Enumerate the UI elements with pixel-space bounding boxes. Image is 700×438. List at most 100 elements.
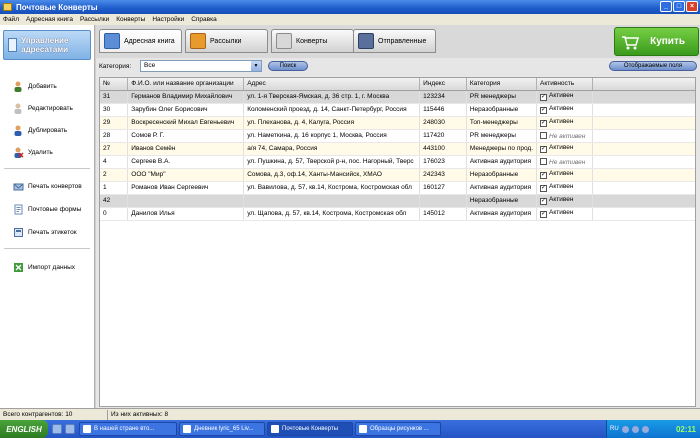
buy-button[interactable]: Купить: [614, 27, 699, 56]
buy-button-label: Купить: [650, 36, 685, 47]
table-row[interactable]: 0 Данилов Илья ул. Щапова, д. 57, кв.14, К…: [100, 207, 695, 221]
visible-fields-button[interactable]: Отображаемые поля: [609, 61, 697, 71]
sidebar-item-label: Печать конвертов: [28, 182, 82, 190]
activity-status: Активен: [549, 170, 574, 177]
row-address: ул. Пушкина, д. 57, Тверской р-н, пос. Н…: [243, 155, 421, 169]
tab-address-book[interactable]: Адресная книга: [99, 29, 182, 53]
tab-label: Рассылки: [210, 37, 242, 45]
tab-mailings[interactable]: Рассылки: [185, 29, 268, 53]
tray-icon[interactable]: [621, 425, 629, 433]
tab-label: Адресная книга: [124, 37, 175, 45]
search-button[interactable]: Поиск: [268, 61, 308, 71]
taskbar-item-active[interactable]: Почтовые Конверты: [267, 422, 353, 436]
taskbar: ENGLISH В нашей стране вто... Дневник ly…: [0, 420, 700, 438]
table-row[interactable]: 30 Зарубин Олег Борисович Коломенский прое…: [100, 103, 695, 117]
active-checkbox[interactable]: [540, 157, 548, 165]
active-checkbox[interactable]: ✓: [540, 211, 548, 218]
active-checkbox[interactable]: ✓: [540, 172, 548, 179]
column-header-name[interactable]: Ф.И.О. или название организации: [127, 78, 245, 91]
menu-settings[interactable]: Настройки: [152, 16, 184, 23]
column-header-index[interactable]: Индекс: [419, 78, 467, 91]
active-checkbox[interactable]: ✓: [540, 94, 548, 101]
tab-label: Конверты: [296, 37, 328, 45]
sidebar-item-add[interactable]: Добавить: [13, 80, 57, 92]
table-row[interactable]: 1 Романов Иван Сергеевич ул. Вавилова, д. …: [100, 181, 695, 195]
activity-status: Не активен: [549, 158, 586, 166]
filter-bar: Категория: Все ▼ Поиск Отображаемые поля: [96, 58, 700, 74]
row-index: 248030: [419, 116, 467, 130]
sidebar-item-delete[interactable]: Удалить: [13, 146, 53, 158]
edit-contact-icon: [13, 103, 24, 114]
table-row[interactable]: 31 Германов Владимир Михайлович ул. 1-я Тв…: [100, 90, 695, 104]
column-header-address[interactable]: Адрес: [243, 78, 421, 91]
table-row[interactable]: 42 Неразобранные ✓ Активен: [100, 194, 695, 208]
row-address: ул. Щапова, д. 57, кв.14, Кострома, Кост…: [243, 207, 421, 221]
minimize-button[interactable]: _: [660, 1, 672, 12]
sidebar-item-postal-forms[interactable]: Почтовые формы: [13, 203, 81, 215]
table-row[interactable]: 28 Сомов Р. Г. ул. Наметкина, д. 16 корпус…: [100, 129, 695, 143]
sidebar-item-label: Удалить: [28, 148, 53, 156]
table-row[interactable]: 27 Иванов Семён а/я 74, Самара, Россия 4431…: [100, 142, 695, 156]
active-checkbox[interactable]: [540, 131, 548, 139]
table-row[interactable]: 4 Сергеев В.А. ул. Пушкина, д. 57, Тверско…: [100, 155, 695, 169]
sidebar-header: Управление адресатами: [3, 30, 91, 60]
taskbar-item[interactable]: Образцы рисунков ...: [355, 422, 441, 436]
row-index: 443100: [419, 142, 467, 156]
tray-icon[interactable]: [641, 425, 649, 433]
column-header-activity[interactable]: Активность: [536, 78, 593, 91]
menu-mailings[interactable]: Рассылки: [80, 16, 109, 23]
window-title: Почтовые Конверты: [16, 2, 98, 12]
activity-status: Активен: [549, 183, 574, 190]
active-checkbox[interactable]: ✓: [540, 185, 548, 192]
row-activity: ✓ Активен: [536, 207, 593, 221]
row-index: 117420: [419, 129, 467, 143]
active-checkbox[interactable]: ✓: [540, 120, 548, 127]
active-checkbox[interactable]: ✓: [540, 198, 548, 205]
activity-status: Активен: [549, 92, 574, 99]
row-address: ул. 1-я Тверская-Ямская, д. 36 стр. 1, г…: [243, 90, 421, 104]
sidebar-item-print-envelopes[interactable]: Печать конвертов: [13, 180, 82, 192]
tab-label: Отправленные: [378, 37, 427, 45]
quick-launch: [48, 424, 79, 434]
contacts-table: № Ф.И.О. или название организации Адрес …: [99, 77, 696, 407]
category-dropdown[interactable]: Все ▼: [140, 60, 262, 72]
tab-envelopes[interactable]: Конверты: [271, 29, 354, 53]
row-category: Активная аудитория: [466, 155, 538, 169]
row-index: 115446: [419, 103, 467, 117]
row-filler: [592, 194, 695, 208]
row-address: [243, 194, 421, 208]
sidebar-item-label: Печать этикеток: [28, 228, 77, 236]
active-checkbox[interactable]: ✓: [540, 146, 548, 153]
quick-launch-icon[interactable]: [65, 424, 75, 434]
menu-help[interactable]: Справка: [191, 16, 217, 23]
close-button[interactable]: ×: [686, 1, 698, 12]
menu-file[interactable]: Файл: [3, 16, 19, 23]
tab-sent[interactable]: Отправленные: [353, 29, 436, 53]
column-header-number[interactable]: №: [100, 78, 129, 91]
language-indicator[interactable]: RU: [610, 426, 619, 432]
row-name: ООО "Мир": [127, 168, 245, 182]
quick-launch-icon[interactable]: [52, 424, 62, 434]
sidebar-item-import-data[interactable]: Импорт данных: [13, 261, 75, 273]
row-filler: [592, 168, 695, 182]
taskbar-item[interactable]: Дневник lyric_65 Liv...: [179, 422, 265, 436]
sidebar-item-label: Редактировать: [28, 104, 73, 112]
row-category: Активная аудитория: [466, 181, 538, 195]
start-button[interactable]: ENGLISH: [0, 420, 48, 438]
table-row[interactable]: 2 ООО "Мир" Сомова, д.3, оф.14, Ханты-Манс…: [100, 168, 695, 182]
sidebar-item-print-labels[interactable]: Печать этикеток: [13, 226, 77, 238]
menu-envelopes[interactable]: Конверты: [116, 16, 145, 23]
tray-icon[interactable]: [631, 425, 639, 433]
row-activity: ✓ Активен: [536, 142, 593, 156]
row-filler: [592, 129, 695, 143]
sidebar-item-edit[interactable]: Редактировать: [13, 102, 73, 114]
active-checkbox[interactable]: ✓: [540, 107, 548, 114]
table-row[interactable]: 29 Воскресенский Михал Евгеньевич ул. Плех…: [100, 116, 695, 130]
duplicate-contact-icon: [13, 125, 24, 136]
menu-address-book[interactable]: Адресная книга: [26, 16, 73, 23]
maximize-button[interactable]: □: [673, 1, 685, 12]
row-address: ул. Плеханова, д. 4, Калуга, Россия: [243, 116, 421, 130]
column-header-category[interactable]: Категория: [466, 78, 538, 91]
taskbar-item[interactable]: В нашей стране вто...: [79, 422, 177, 436]
sidebar-item-duplicate[interactable]: Дублировать: [13, 124, 67, 136]
